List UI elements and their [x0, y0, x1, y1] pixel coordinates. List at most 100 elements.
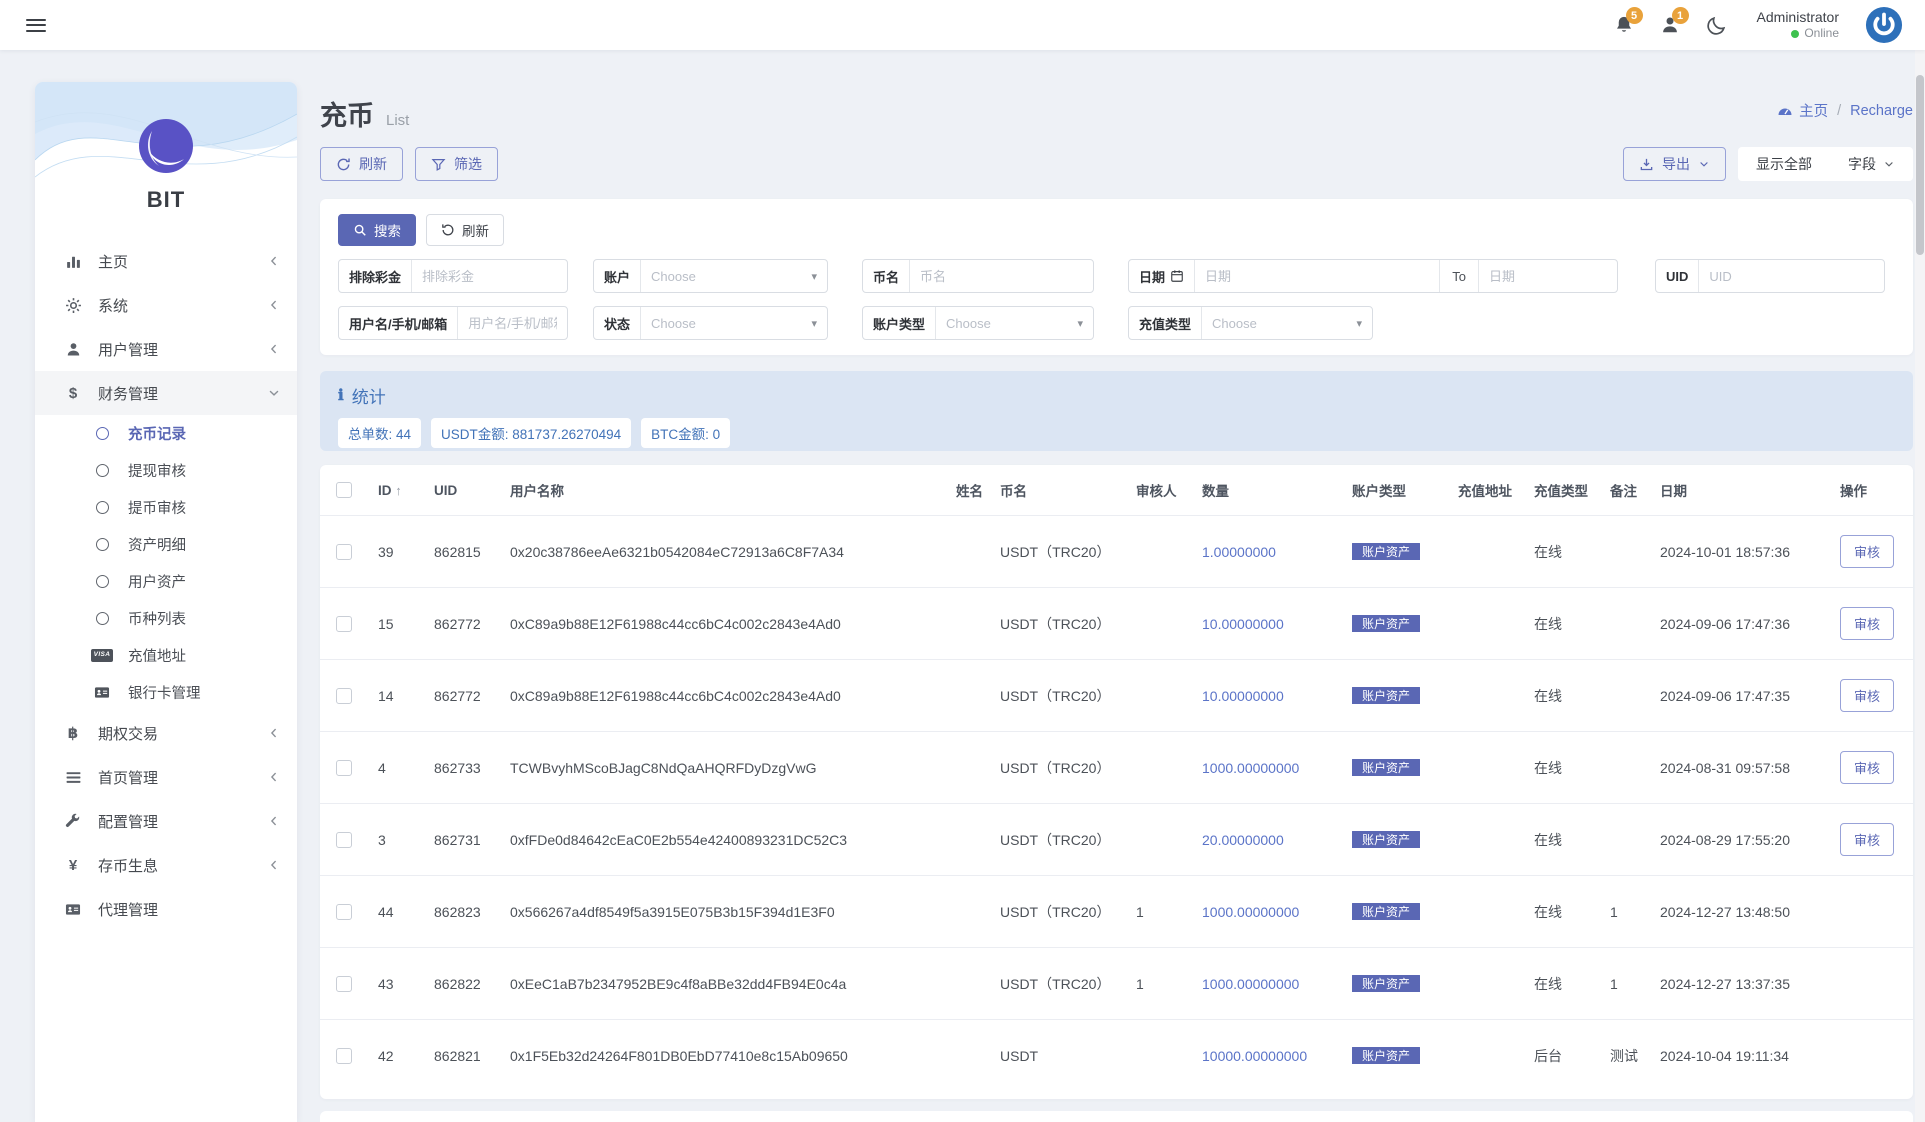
row-checkbox[interactable]: [336, 688, 352, 705]
filter-input[interactable]: [458, 315, 567, 331]
filter-select[interactable]: Choose ▾: [641, 316, 827, 331]
sidebar-item[interactable]: $ 财务管理: [35, 371, 297, 415]
date-to-input[interactable]: [1478, 268, 1617, 284]
sidebar-item[interactable]: 系统: [35, 283, 297, 327]
column-header[interactable]: ID ↑: [378, 483, 434, 498]
cell-coin: USDT（TRC20）: [1000, 759, 1111, 776]
online-users-button[interactable]: 1: [1660, 7, 1689, 35]
cell-coin: USDT（TRC20）: [1000, 615, 1111, 632]
row-checkbox[interactable]: [336, 832, 352, 849]
table-row: 39 862815 0x20c38786eeAe6321b0542084eC7291…: [320, 515, 1913, 587]
cell-recharge-type: 在线: [1534, 903, 1562, 920]
funnel-icon: [431, 157, 446, 172]
amount-link[interactable]: 1000.00000000: [1202, 903, 1300, 920]
filter-select[interactable]: Choose ▾: [641, 269, 827, 284]
row-checkbox[interactable]: [336, 544, 352, 561]
scrollbar-thumb[interactable]: [1916, 75, 1924, 255]
filter-label: 日期: [1129, 267, 1194, 286]
row-checkbox[interactable]: [336, 1048, 352, 1065]
breadcrumb-home[interactable]: 主页: [1777, 100, 1828, 121]
export-button[interactable]: 导出: [1623, 147, 1726, 181]
cell-coin: USDT（TRC20）: [1000, 903, 1111, 920]
filter-button[interactable]: 筛选: [415, 147, 498, 181]
sidebar-subitem[interactable]: 提币审核: [35, 489, 297, 526]
calendar-icon: [1170, 269, 1184, 283]
row-checkbox[interactable]: [336, 904, 352, 921]
audit-button[interactable]: 审核: [1840, 607, 1895, 640]
sidebar-item-label: 配置管理: [98, 813, 159, 831]
logo[interactable]: [138, 118, 194, 174]
sidebar-subitem[interactable]: 充币记录: [35, 415, 297, 452]
stats-panel: ℹ 统计 总单数: 44 USDT金额: 881737.26270494 BTC金额…: [320, 371, 1913, 451]
filter-field: 排除彩金: [338, 259, 568, 293]
audit-button[interactable]: 审核: [1840, 751, 1895, 784]
notifications-button[interactable]: 5: [1614, 7, 1643, 35]
select-all-checkbox[interactable]: [336, 482, 352, 499]
row-checkbox[interactable]: [336, 760, 352, 777]
menu-toggle-button[interactable]: [26, 15, 46, 35]
filter-label: 充值类型: [1139, 316, 1192, 332]
audit-button[interactable]: 审核: [1840, 679, 1895, 712]
sidebar-subitem[interactable]: VISA 充值地址: [35, 637, 297, 674]
sidebar: BIT 主页 系统 用户管理 $ 财务管理 充币记录 提现审核 提币审核 资产明细 用户资产 币种列…: [35, 82, 297, 1122]
amount-link[interactable]: 10.00000000: [1202, 615, 1284, 632]
search-button[interactable]: 搜索: [338, 214, 416, 246]
dark-mode-toggle[interactable]: [1706, 15, 1727, 36]
amount-link[interactable]: 10.00000000: [1202, 687, 1284, 704]
info-icon: ℹ: [338, 388, 344, 404]
sidebar-subitem[interactable]: 银行卡管理: [35, 674, 297, 711]
sidebar-subitem[interactable]: 币种列表: [35, 600, 297, 637]
dashboard-icon: [1777, 103, 1793, 119]
amount-link[interactable]: 1000.00000000: [1202, 975, 1300, 992]
date-from-input[interactable]: [1195, 268, 1440, 284]
cell-username: 0x20c38786eeAe6321b0542084eC72913a6C8F7A…: [510, 543, 844, 560]
filter-select[interactable]: Choose ▾: [1202, 316, 1372, 331]
stats-title: 统计: [351, 388, 386, 407]
sidebar-item[interactable]: 用户管理: [35, 327, 297, 371]
amount-link[interactable]: 1000.00000000: [1202, 759, 1300, 776]
filter-input[interactable]: [412, 268, 567, 284]
cell-coin: USDT（TRC20）: [1000, 687, 1111, 704]
amount-link[interactable]: 10000.00000000: [1202, 1047, 1308, 1064]
sidebar-item[interactable]: ¥ 存币生息: [35, 843, 297, 887]
filter-field: 用户名/手机/邮箱: [338, 306, 568, 340]
row-checkbox[interactable]: [336, 616, 352, 633]
sort-asc-icon[interactable]: ↑: [395, 483, 402, 498]
cell-recharge-type: 在线: [1534, 687, 1562, 704]
chart-icon: [61, 253, 85, 270]
audit-button[interactable]: 审核: [1840, 823, 1895, 856]
amount-link[interactable]: 20.00000000: [1202, 831, 1284, 848]
chevron-down-icon: [1883, 158, 1895, 170]
avatar[interactable]: [1865, 6, 1903, 44]
sidebar-item[interactable]: 配置管理: [35, 799, 297, 843]
page-subtitle: List: [386, 112, 410, 129]
wrench-icon: [61, 813, 85, 829]
sidebar-subitem[interactable]: 资产明细: [35, 526, 297, 563]
table-row: 3 862731 0xfFDe0d84642cEaC0E2b554e42400893…: [320, 803, 1913, 875]
scrollbar[interactable]: [1915, 50, 1925, 1122]
filter-input[interactable]: [1699, 268, 1884, 284]
cell-date: 2024-09-06 17:47:35: [1660, 687, 1790, 704]
sidebar-item-label: 存币生息: [98, 857, 159, 875]
filter-select[interactable]: Choose ▾: [936, 316, 1093, 331]
amount-link[interactable]: 1.00000000: [1202, 543, 1276, 560]
sidebar-item[interactable]: 首页管理: [35, 755, 297, 799]
row-checkbox[interactable]: [336, 976, 352, 993]
audit-button[interactable]: 审核: [1840, 535, 1895, 568]
fields-dropdown[interactable]: 字段: [1848, 154, 1895, 174]
sidebar-item[interactable]: ฿ 期权交易: [35, 711, 297, 755]
refresh-button[interactable]: 刷新: [320, 147, 403, 181]
reset-button[interactable]: 刷新: [426, 214, 504, 246]
download-icon: [1639, 157, 1654, 172]
cell-id: 39: [378, 543, 394, 560]
column-header: 充值类型: [1534, 484, 1588, 499]
date-to-label: To: [1452, 268, 1466, 284]
cell-date: 2024-10-04 19:11:34: [1660, 1047, 1789, 1064]
yen-icon: ¥: [68, 856, 78, 874]
sidebar-subitem[interactable]: 提现审核: [35, 452, 297, 489]
sidebar-item[interactable]: 代理管理: [35, 887, 297, 931]
sidebar-subitem[interactable]: 用户资产: [35, 563, 297, 600]
filter-input[interactable]: [910, 268, 1093, 284]
sidebar-item[interactable]: 主页: [35, 239, 297, 283]
show-all-button[interactable]: 显示全部: [1756, 154, 1812, 174]
